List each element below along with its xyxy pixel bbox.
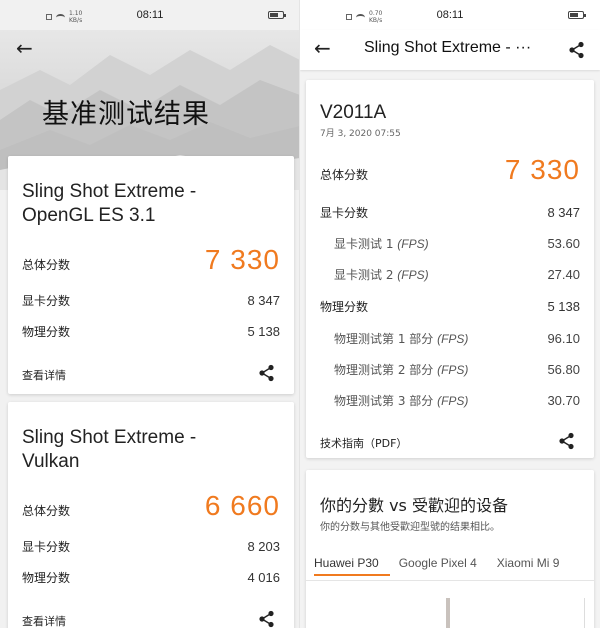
physics-test-row: 物理测试第 3 部分 (FPS) 30.70 <box>320 392 580 409</box>
status-time: 08:11 <box>136 9 164 21</box>
details-card: V2011A 7月 3, 2020 07:55 总体分数 7 330 显卡分数 … <box>306 80 594 458</box>
page-title: 基准测试结果 <box>42 99 210 130</box>
battery-icon <box>568 11 586 19</box>
physics-score-value: 5 138 <box>547 299 580 314</box>
graphics-score-row: 显卡分数 8 203 <box>22 538 280 555</box>
notification-icon <box>46 14 52 20</box>
chart-axis <box>584 598 585 628</box>
comparison-title: 你的分數 vs 受歡迎的设备 <box>320 496 508 515</box>
tab-huawei-p30[interactable]: Huawei P30 <box>314 556 379 570</box>
graphics-test-value: 53.60 <box>547 236 580 251</box>
battery-icon <box>268 11 286 19</box>
header-title: Sling Shot Extreme - ··· <box>364 39 532 56</box>
app-header: ← Sling Shot Extreme - ··· <box>300 30 600 70</box>
share-icon[interactable] <box>258 610 276 628</box>
back-arrow-icon[interactable]: ← <box>16 36 33 60</box>
test-date: 7月 3, 2020 07:55 <box>320 129 401 139</box>
card-title-line1: Sling Shot Extreme - <box>22 427 197 448</box>
network-speed: 0.70 KB/s <box>369 10 383 24</box>
view-details-link[interactable]: 查看详情 <box>22 367 66 383</box>
physics-test-label: 物理测试第 1 部分 <box>334 332 438 346</box>
graphics-score-label: 显卡分数 <box>22 294 71 308</box>
graphics-score-row: 显卡分数 8 347 <box>320 204 580 221</box>
network-speed: 1.10 KB/s <box>69 10 83 24</box>
fps-unit: (FPS) <box>437 332 469 346</box>
physics-test-value: 96.10 <box>547 331 580 346</box>
fps-unit: (FPS) <box>397 268 429 282</box>
physics-score-label: 物理分数 <box>320 300 369 314</box>
graphics-score-value: 8 347 <box>547 205 580 220</box>
status-icons: 1.10 KB/s <box>46 10 82 24</box>
physics-test-row: 物理测试第 1 部分 (FPS) 96.10 <box>320 330 580 347</box>
result-card-vulkan: Sling Shot Extreme - Vulkan 总体分数 6 660 显… <box>8 402 294 628</box>
graphics-score-value: 8 347 <box>247 293 280 308</box>
comparison-bar <box>446 598 450 628</box>
status-bar: 0.70 KB/s 08:11 <box>300 0 600 30</box>
graphics-score-label: 显卡分数 <box>22 540 71 554</box>
device-tabs: Huawei P30 Google Pixel 4 Xiaomi Mi 9 <box>314 556 559 570</box>
left-screen: 1.10 KB/s 08:11 ← 基准测试结果 Sling Shot Extr… <box>0 0 300 628</box>
right-screen: 0.70 KB/s 08:11 ← Sling Shot Extreme - ·… <box>300 0 600 628</box>
physics-test-row: 物理测试第 2 部分 (FPS) 56.80 <box>320 361 580 378</box>
graphics-test-row: 显卡测试 2 (FPS) 27.40 <box>320 266 580 283</box>
physics-score-label: 物理分数 <box>22 571 71 585</box>
graphics-test-label: 显卡测试 1 <box>334 237 398 251</box>
back-arrow-icon[interactable]: ← <box>314 36 331 60</box>
card-title-line1: Sling Shot Extreme - <box>22 181 197 202</box>
physics-test-label: 物理测试第 2 部分 <box>334 363 438 377</box>
wifi-icon <box>56 13 65 21</box>
graphics-score-label: 显卡分数 <box>320 206 369 220</box>
physics-score-value: 5 138 <box>247 324 280 339</box>
device-name: V2011A <box>320 102 387 123</box>
graphics-test-label: 显卡测试 2 <box>334 268 398 282</box>
overall-score-row: 总体分数 7 330 <box>320 154 580 186</box>
comparison-subtitle: 你的分数与其他受歡迎型號的结果相比。 <box>320 522 500 533</box>
graphics-score-value: 8 203 <box>247 539 280 554</box>
tab-google-pixel-4[interactable]: Google Pixel 4 <box>399 556 477 570</box>
share-icon[interactable] <box>558 432 576 450</box>
share-icon[interactable] <box>258 364 276 382</box>
status-time: 08:11 <box>436 9 464 21</box>
physics-test-value: 30.70 <box>547 393 580 408</box>
tabs-divider <box>306 580 594 581</box>
physics-test-label: 物理测试第 3 部分 <box>334 394 438 408</box>
notification-icon <box>346 14 352 20</box>
tab-xiaomi-mi-9[interactable]: Xiaomi Mi 9 <box>497 556 560 570</box>
physics-score-row: 物理分数 5 138 <box>320 298 580 315</box>
overall-score-value: 7 330 <box>504 154 580 185</box>
overall-score-row: 总体分数 7 330 <box>22 244 280 276</box>
fps-unit: (FPS) <box>437 394 469 408</box>
fps-unit: (FPS) <box>397 237 429 251</box>
overall-score-value: 6 660 <box>204 490 280 521</box>
technical-guide-link[interactable]: 技术指南（PDF） <box>320 435 407 451</box>
share-icon[interactable] <box>568 41 586 59</box>
physics-score-label: 物理分数 <box>22 325 71 339</box>
physics-score-value: 4 016 <box>247 570 280 585</box>
status-icons: 0.70 KB/s <box>346 10 382 24</box>
card-title-line2: Vulkan <box>22 451 80 472</box>
overall-score-label: 总体分数 <box>22 504 71 518</box>
wifi-icon <box>356 13 365 21</box>
card-title-line2: OpenGL ES 3.1 <box>22 205 156 226</box>
comparison-card: 你的分數 vs 受歡迎的设备 你的分数与其他受歡迎型號的结果相比。 <box>306 470 594 628</box>
overall-score-label: 总体分数 <box>22 258 71 272</box>
overall-score-row: 总体分数 6 660 <box>22 490 280 522</box>
graphics-test-value: 27.40 <box>547 267 580 282</box>
fps-unit: (FPS) <box>437 363 469 377</box>
physics-score-row: 物理分数 4 016 <box>22 569 280 586</box>
graphics-score-row: 显卡分数 8 347 <box>22 292 280 309</box>
overall-score-value: 7 330 <box>204 244 280 275</box>
physics-test-value: 56.80 <box>547 362 580 377</box>
graphics-test-row: 显卡测试 1 (FPS) 53.60 <box>320 235 580 252</box>
active-tab-indicator <box>314 574 390 576</box>
physics-score-row: 物理分数 5 138 <box>22 323 280 340</box>
overall-score-label: 总体分数 <box>320 168 369 182</box>
result-card-opengl: Sling Shot Extreme - OpenGL ES 3.1 总体分数 … <box>8 156 294 394</box>
status-bar: 1.10 KB/s 08:11 <box>0 0 300 30</box>
view-details-link[interactable]: 查看详情 <box>22 613 66 628</box>
